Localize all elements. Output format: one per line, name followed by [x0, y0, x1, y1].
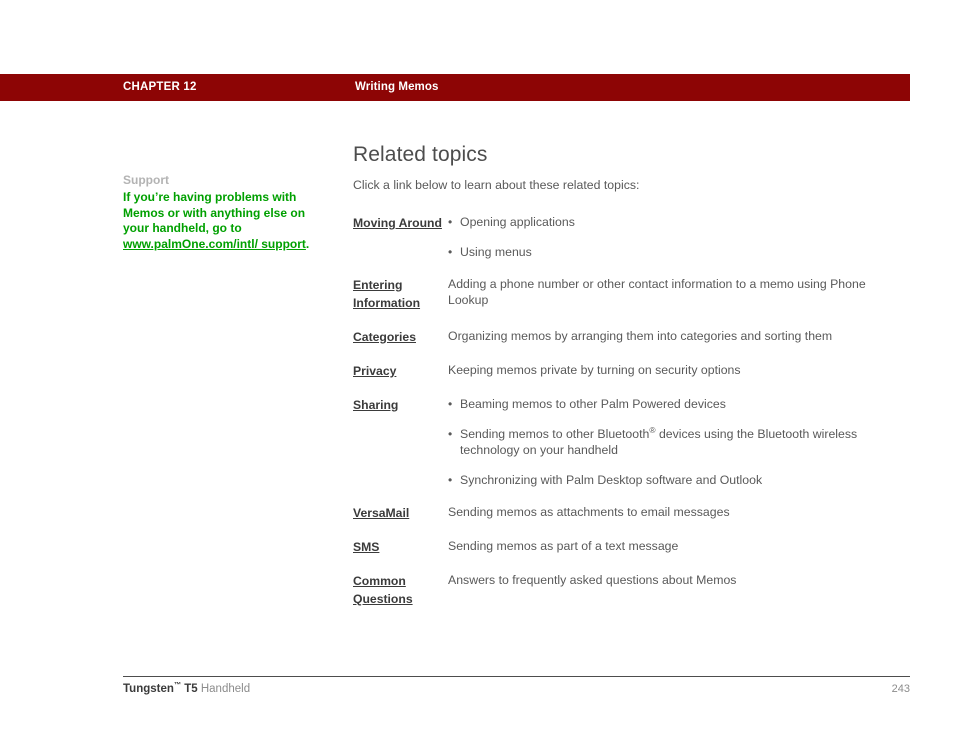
- footer-brand-name: Tungsten: [123, 683, 174, 695]
- topic-desc-cell: Adding a phone number or other contact i…: [448, 277, 866, 307]
- topic-desc-cell: Organizing memos by arranging them into …: [448, 329, 833, 343]
- topic-link-cell: Sharing: [353, 396, 448, 504]
- topic-link-entering-information[interactable]: Entering Information: [353, 278, 420, 310]
- support-sidebar: Support If you’re having problems with M…: [123, 172, 313, 253]
- related-topics-table: Moving Around Opening applications Using…: [353, 214, 898, 608]
- topic-link-cell: Moving Around: [353, 214, 448, 276]
- topic-link-cell: SMS: [353, 538, 448, 572]
- topic-link-cell: Entering Information: [353, 276, 448, 328]
- table-row: Common Questions Answers to frequently a…: [353, 572, 898, 608]
- table-row: Entering Information Adding a phone numb…: [353, 276, 898, 328]
- list-item: Synchronizing with Palm Desktop software…: [448, 472, 898, 488]
- table-row: Privacy Keeping memos private by turning…: [353, 362, 898, 396]
- footer-model: T5: [181, 683, 198, 695]
- table-row: SMS Sending memos as part of a text mess…: [353, 538, 898, 572]
- footer-divider: [123, 676, 910, 677]
- topic-desc-cell: Keeping memos private by turning on secu…: [448, 363, 741, 377]
- support-heading: Support: [123, 173, 169, 187]
- registered-icon: ®: [649, 424, 656, 435]
- footer-product-type: Handheld: [197, 683, 251, 695]
- topic-link-moving-around[interactable]: Moving Around: [353, 216, 442, 230]
- topic-link-categories[interactable]: Categories: [353, 330, 416, 344]
- bullet-list: Opening applications Using menus: [448, 214, 898, 260]
- topic-desc-cell: Sending memos as attachments to email me…: [448, 505, 730, 519]
- topic-desc-cell: Sending memos as part of a text message: [448, 539, 679, 553]
- topic-desc-cell: Answers to frequently asked questions ab…: [448, 573, 737, 587]
- footer-product-label: Tungsten™ T5 Handheld: [123, 682, 250, 697]
- intro-text: Click a link below to learn about these …: [353, 178, 640, 192]
- topic-link-cell: Privacy: [353, 362, 448, 396]
- page-title: Related topics: [353, 143, 488, 166]
- topic-link-privacy[interactable]: Privacy: [353, 364, 396, 378]
- topic-desc-cell: Beaming memos to other Palm Powered devi…: [448, 396, 898, 504]
- chapter-label: CHAPTER 12: [123, 81, 197, 93]
- page-number: 243: [891, 683, 910, 695]
- related-topics-body: Moving Around Opening applications Using…: [353, 214, 898, 608]
- topic-link-cell: Common Questions: [353, 572, 448, 608]
- list-item: Opening applications: [448, 214, 898, 230]
- support-url-link[interactable]: www.palmOne.com/intl/ support: [123, 237, 306, 251]
- list-item: Beaming memos to other Palm Powered devi…: [448, 396, 898, 412]
- trademark-icon: ™: [173, 681, 182, 690]
- topic-link-versamail[interactable]: VersaMail: [353, 506, 409, 520]
- support-body-period: .: [305, 237, 310, 252]
- topic-link-common-questions[interactable]: Common Questions: [353, 574, 413, 606]
- table-row: Categories Organizing memos by arranging…: [353, 328, 898, 362]
- topic-link-sms[interactable]: SMS: [353, 540, 379, 554]
- list-item: Sending memos to other Bluetooth® device…: [448, 426, 898, 458]
- topic-desc-cell: Opening applications Using menus: [448, 214, 898, 276]
- topic-link-sharing[interactable]: Sharing: [353, 398, 398, 412]
- footer-brand: Tungsten™ T5: [123, 681, 198, 695]
- list-item: Using menus: [448, 244, 898, 260]
- table-row: VersaMail Sending memos as attachments t…: [353, 504, 898, 538]
- chapter-title: Writing Memos: [355, 81, 439, 93]
- table-row: Sharing Beaming memos to other Palm Powe…: [353, 396, 898, 504]
- support-body: If you’re having problems with Memos or …: [123, 190, 313, 253]
- topic-link-cell: Categories: [353, 328, 448, 362]
- bullet-list: Beaming memos to other Palm Powered devi…: [448, 396, 898, 488]
- support-body-text: If you’re having problems with Memos or …: [123, 190, 306, 236]
- main-content: Related topics Click a link below to lea…: [353, 142, 898, 608]
- table-row: Moving Around Opening applications Using…: [353, 214, 898, 276]
- topic-link-cell: VersaMail: [353, 504, 448, 538]
